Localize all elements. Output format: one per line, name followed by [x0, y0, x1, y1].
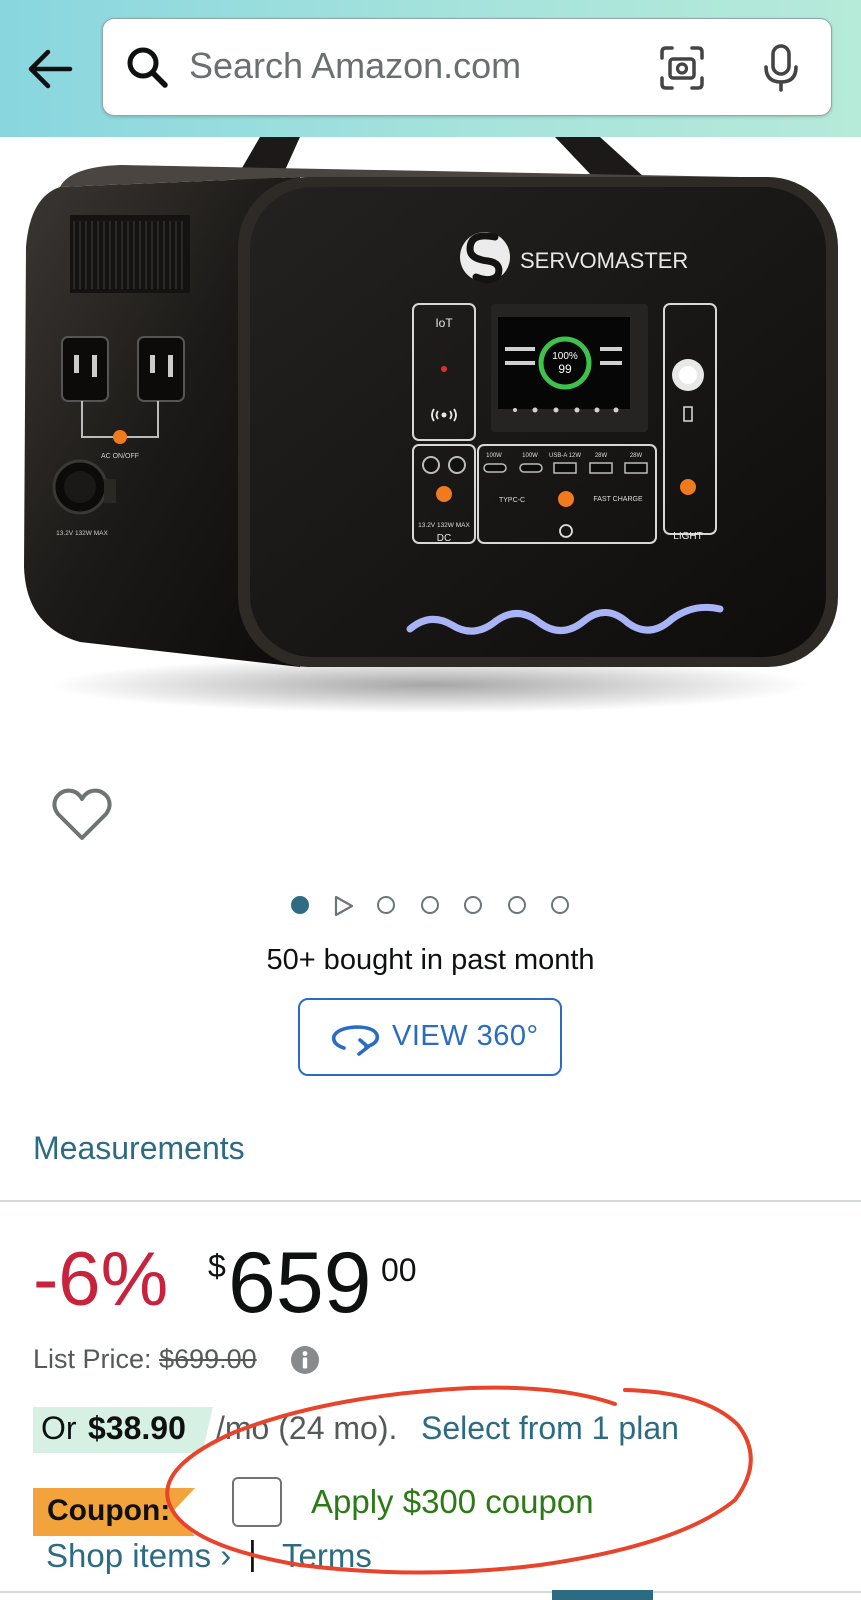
- coupon-badge-label: Coupon:: [47, 1494, 171, 1527]
- carousel-dot[interactable]: [551, 896, 569, 914]
- screen-value: 99: [558, 362, 572, 376]
- price-whole: 659: [228, 1235, 372, 1331]
- financing-prefix: Or: [41, 1410, 77, 1446]
- dc-label: DC: [437, 533, 451, 544]
- discount-percentage: -6%: [33, 1237, 169, 1322]
- view-360-label: VIEW 360°: [392, 1020, 539, 1052]
- carousel-dot[interactable]: [421, 896, 439, 914]
- bottom-divider: [0, 1591, 861, 1593]
- shop-items-link[interactable]: Shop items ›: [46, 1537, 231, 1575]
- product-image[interactable]: AC ON/OFF 13.2V 132W MAX SERVOMASTER IoT…: [0, 137, 861, 737]
- port-100w-a-label: 100W: [486, 453, 502, 459]
- view-360-button[interactable]: VIEW 360°: [298, 998, 562, 1076]
- info-icon[interactable]: [290, 1345, 320, 1375]
- top-search-bar: [0, 0, 861, 137]
- price-currency-symbol: $: [208, 1248, 226, 1284]
- vent-grille: [70, 215, 190, 293]
- wishlist-button[interactable]: [50, 786, 114, 844]
- financing-term: /mo (24 mo).: [216, 1410, 398, 1446]
- apply-coupon-label[interactable]: Apply $300 coupon: [311, 1483, 594, 1521]
- microphone-icon[interactable]: [761, 43, 801, 93]
- brand-name: SERVOMASTER: [520, 248, 688, 273]
- price-fraction: 00: [381, 1252, 417, 1288]
- list-price: List Price: $699.00: [33, 1344, 257, 1375]
- port-100w-b-label: 100W: [522, 453, 538, 459]
- ac-onoff-label: AC ON/OFF: [101, 453, 139, 460]
- measurements-link[interactable]: Measurements: [33, 1130, 245, 1167]
- car-port-label: 13.2V 132W MAX: [56, 530, 108, 537]
- monthly-payment-amount: $38.90: [88, 1410, 186, 1446]
- apply-coupon-checkbox[interactable]: [232, 1477, 282, 1527]
- carousel-dot[interactable]: [508, 896, 526, 914]
- section-divider: [0, 1200, 861, 1202]
- carousel-dot[interactable]: [464, 896, 482, 914]
- search-input[interactable]: [189, 41, 619, 91]
- bought-in-past-month: 50+ bought in past month: [266, 944, 595, 976]
- port-28w-b-label: 28W: [630, 453, 643, 459]
- rotate-360-icon: [331, 1025, 380, 1056]
- light-label: LIGHT: [673, 531, 702, 542]
- carousel-dot[interactable]: [377, 896, 395, 914]
- screen-percent: 100%: [552, 351, 578, 362]
- video-play-icon[interactable]: [331, 894, 355, 918]
- search-icon[interactable]: [125, 45, 169, 89]
- list-price-label: List Price:: [33, 1344, 152, 1374]
- select-plan-link[interactable]: Select from 1 plan: [421, 1410, 679, 1447]
- arrow-left-icon: [28, 49, 73, 89]
- port-28w-a-label: 28W: [595, 453, 608, 459]
- typec-label: TYPC-C: [499, 497, 525, 504]
- search-box[interactable]: [102, 18, 832, 116]
- camera-scan-icon[interactable]: [659, 45, 705, 91]
- terms-link[interactable]: Terms: [282, 1537, 372, 1575]
- port-usba-label: USB-A 12W: [549, 453, 581, 459]
- list-price-value: $699.00: [159, 1344, 257, 1374]
- carousel-dot-active[interactable]: [291, 896, 309, 914]
- iot-label: IoT: [435, 316, 453, 330]
- link-separator: |: [248, 1535, 257, 1573]
- image-carousel-dots: [0, 892, 861, 922]
- back-button[interactable]: [26, 48, 74, 90]
- dc-spec-label: 13.2V 132W MAX: [418, 522, 470, 529]
- scroll-indicator: [552, 1590, 653, 1600]
- fast-charge-label: FAST CHARGE: [593, 496, 643, 503]
- heart-icon: [52, 788, 112, 840]
